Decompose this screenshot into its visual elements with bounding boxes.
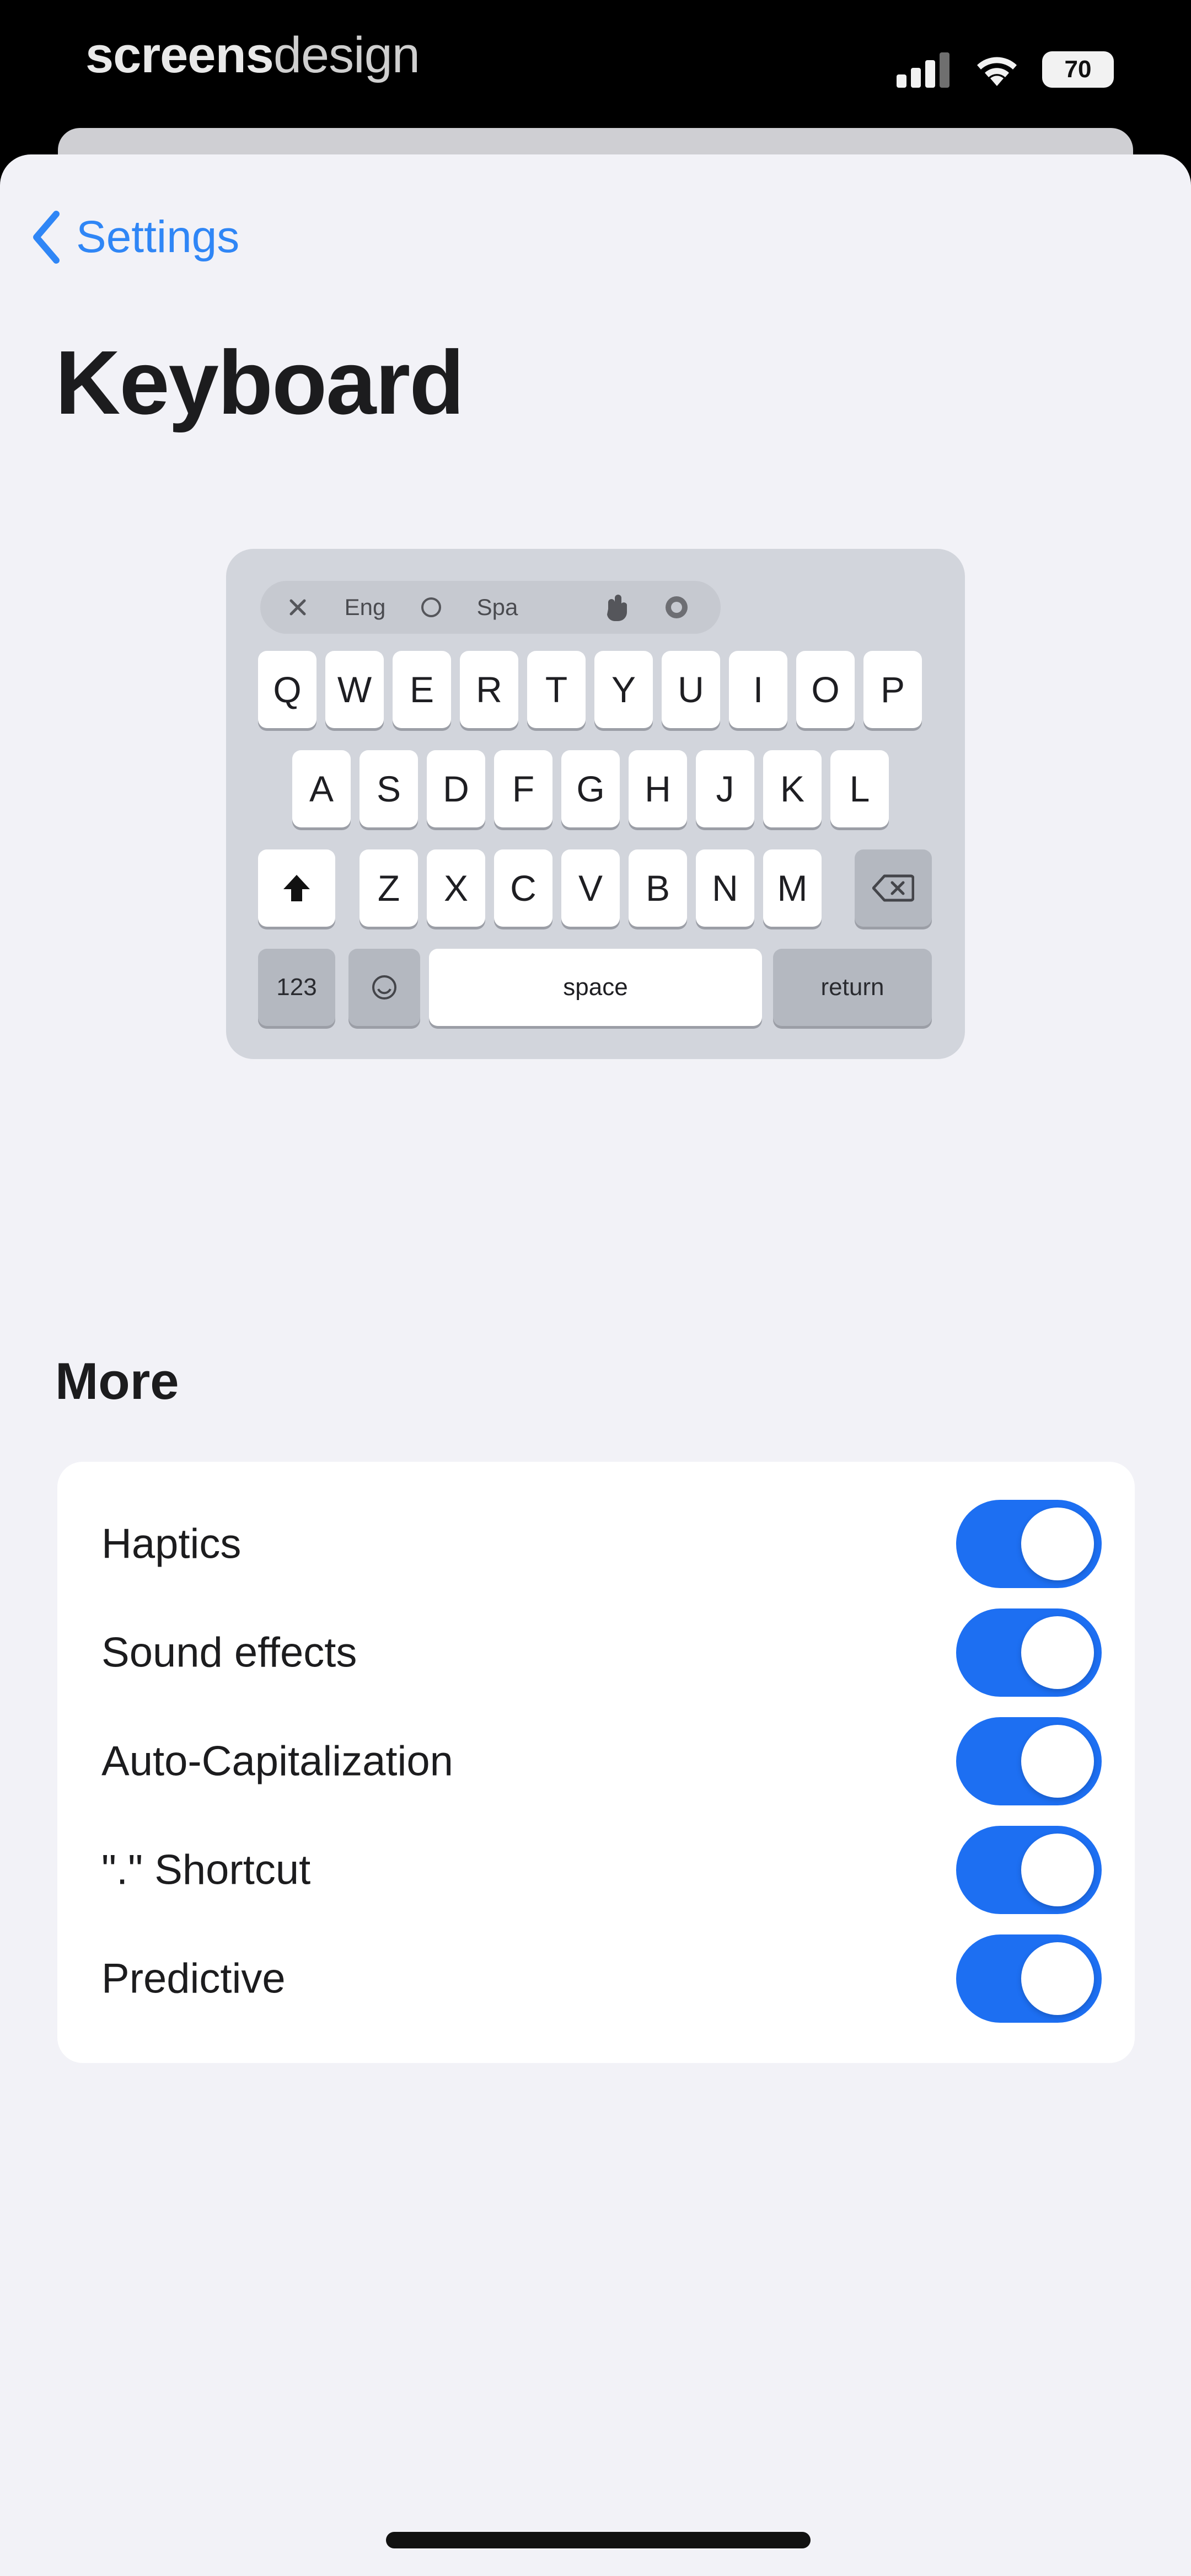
close-icon [271,581,324,634]
settings-sheet: Settings Keyboard Eng Spa Q W E R T Y U … [0,154,1191,2576]
numbers-key: 123 [258,949,335,1026]
setting-label: Auto-Capitalization [101,1738,453,1784]
toggle-knob [1021,1507,1094,1580]
wifi-icon [977,57,1017,86]
key-t: T [527,651,586,728]
key-m: M [763,849,822,927]
key-z: Z [360,849,418,927]
keyboard-toolbar: Eng Spa [260,581,721,634]
chevron-left-icon [33,211,60,264]
setting-row-sound-effects: Sound effects [57,1598,1135,1707]
keyboard-preview: Eng Spa Q W E R T Y U I O P A S D F G H … [226,549,965,1059]
auto-capitalization-toggle[interactable] [956,1717,1102,1805]
watermark: screensdesign [85,26,420,84]
shift-icon [283,875,310,901]
period-shortcut-toggle[interactable] [956,1825,1102,1914]
key-d: D [427,750,485,827]
key-j: J [696,750,754,827]
watermark-thin: design [273,27,420,83]
hand-icon [591,581,641,634]
setting-row-period-shortcut: "." Shortcut [57,1815,1135,1924]
key-o: O [796,651,855,728]
key-s: S [360,750,418,827]
key-x: X [427,849,485,927]
key-c: C [494,849,552,927]
key-f: F [494,750,552,827]
key-l: L [830,750,889,827]
back-label: Settings [76,212,240,262]
key-u: U [662,651,720,728]
key-b: B [629,849,687,927]
page-title: Keyboard [55,332,464,433]
watermark-bold: screens [85,27,274,83]
key-p: P [863,651,922,728]
globe-icon [409,581,453,634]
delete-icon [872,874,914,902]
signal-icon [897,52,949,88]
setting-row-haptics: Haptics [57,1489,1135,1598]
key-e: E [393,651,451,728]
sound-effects-toggle[interactable] [956,1608,1102,1697]
emoji-key [348,949,420,1026]
setting-label: Sound effects [101,1629,357,1676]
delete-key [855,849,932,927]
setting-label: Predictive [101,1955,286,2002]
section-title-more: More [55,1352,179,1410]
key-r: R [460,651,518,728]
toggle-knob [1021,1616,1094,1689]
home-indicator [386,2532,811,2548]
status-bar: screensdesign 70 [0,0,1191,127]
key-y: Y [594,651,653,728]
shift-key [258,849,335,927]
toggle-knob [1021,1942,1094,2015]
battery-level: 70 [1064,56,1092,83]
settings-icon [652,581,701,634]
setting-label: Haptics [101,1520,242,1567]
space-key: space [429,949,762,1026]
key-q: Q [258,651,316,728]
toggle-knob [1021,1724,1094,1798]
key-n: N [696,849,754,927]
return-key: return [773,949,932,1026]
setting-label: "." Shortcut [101,1846,311,1893]
haptics-toggle[interactable] [956,1499,1102,1588]
key-v: V [561,849,620,927]
battery-icon: 70 [1042,51,1114,88]
predictive-toggle[interactable] [956,1934,1102,2023]
emoji-icon [372,975,396,1000]
key-g: G [561,750,620,827]
key-i: I [729,651,787,728]
setting-row-predictive: Predictive [57,1924,1135,2033]
setting-row-auto-capitalization: Auto-Capitalization [57,1707,1135,1815]
toolbar-language-eng: Eng [344,594,386,620]
key-a: A [292,750,351,827]
screen: screensdesign 70 Settings Keyboard Eng S… [0,0,1191,2576]
status-icons: 70 [897,47,1114,92]
toggle-knob [1021,1833,1094,1906]
key-w: W [325,651,384,728]
key-h: H [629,750,687,827]
toolbar-language-spa: Spa [476,594,518,620]
settings-card: Haptics Sound effects Auto-Capitalizatio… [57,1462,1135,2063]
key-k: K [763,750,822,827]
back-button[interactable]: Settings [31,204,239,270]
